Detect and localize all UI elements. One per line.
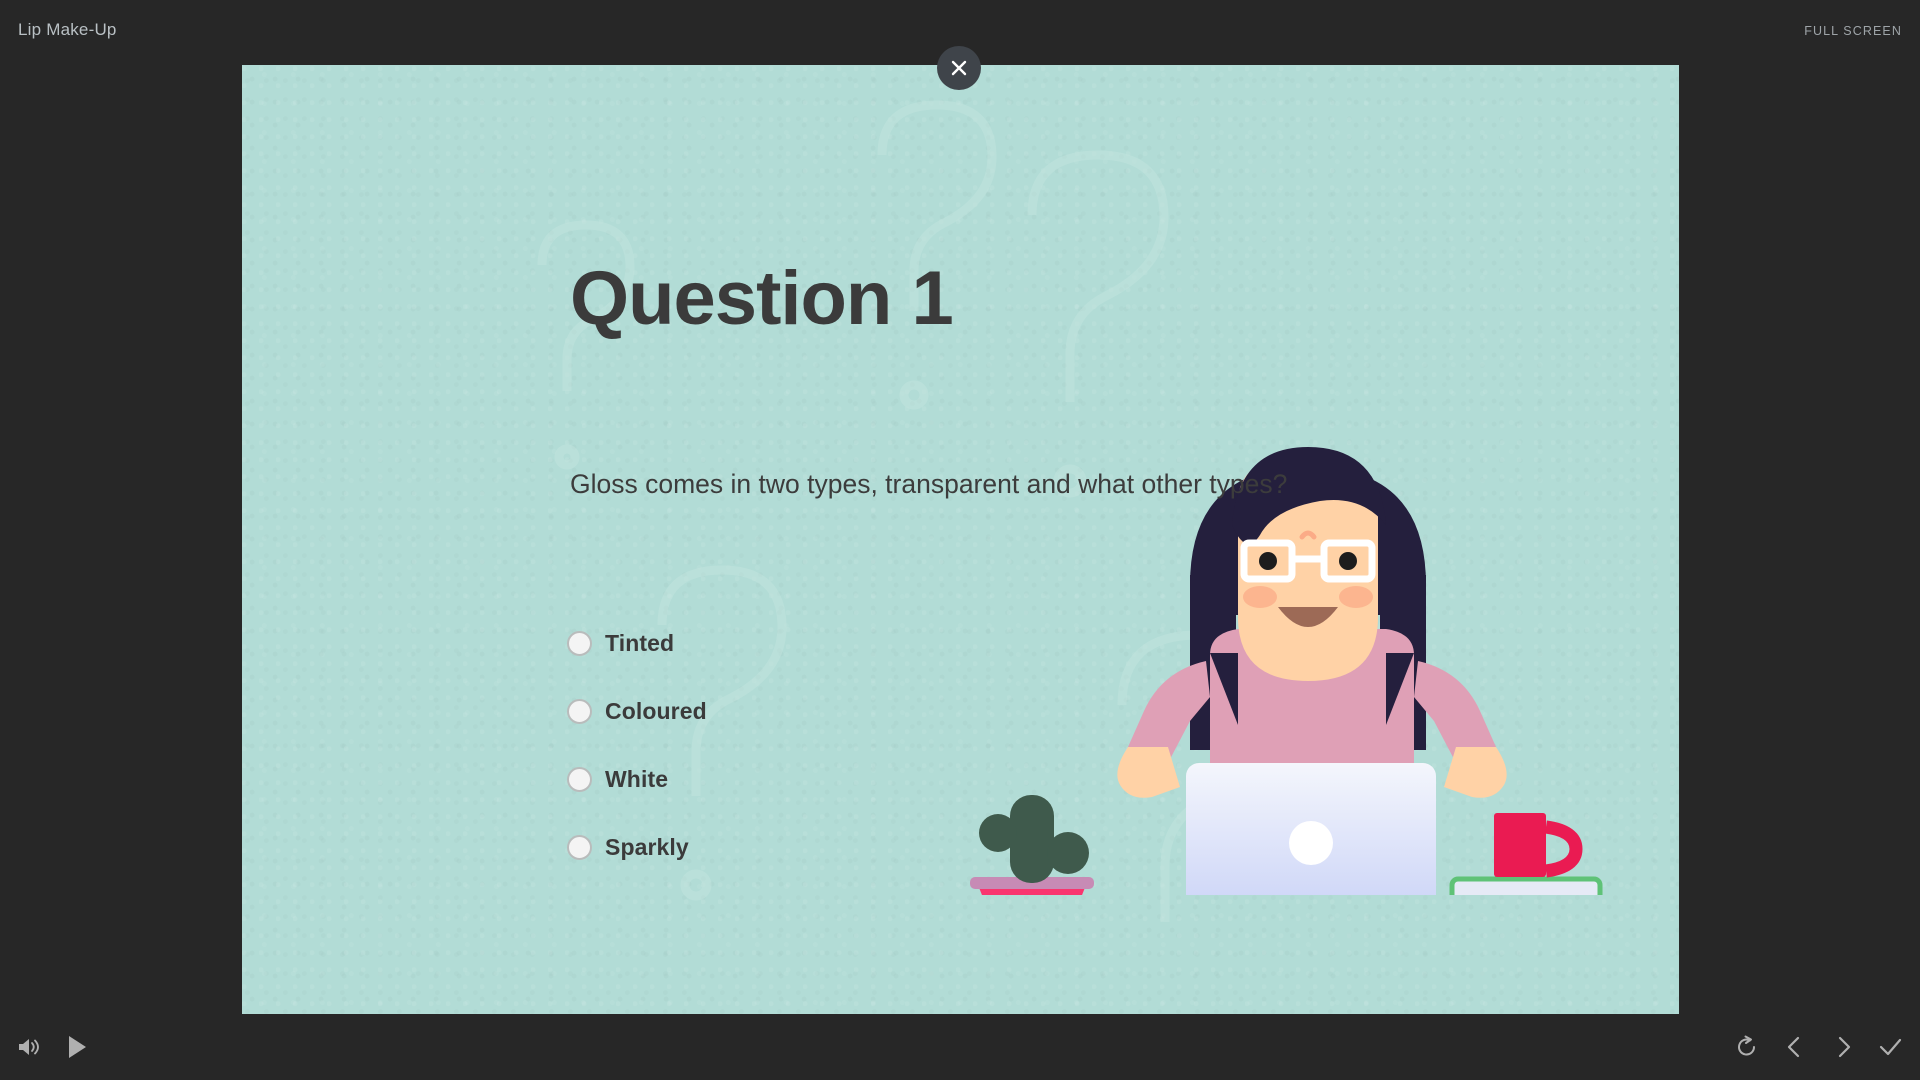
- girl-at-laptop-illustration: [942, 385, 1679, 895]
- fullscreen-button[interactable]: FULL SCREEN: [1804, 24, 1902, 38]
- radio-button-1[interactable]: [567, 698, 592, 724]
- volume-button[interactable]: [14, 1034, 40, 1065]
- elearning-player: Lip Make-Up FULL SCREEN Question 1 Gloss…: [0, 0, 1920, 1080]
- next-slide-button[interactable]: [1830, 1034, 1856, 1065]
- answer-option-label: Coloured: [605, 697, 707, 724]
- check-icon: [1879, 1038, 1902, 1056]
- answer-option-2[interactable]: White: [567, 753, 707, 805]
- play-button[interactable]: [64, 1032, 90, 1067]
- volume-icon: [19, 1039, 39, 1055]
- submit-button[interactable]: [1876, 1034, 1904, 1065]
- replay-button[interactable]: [1734, 1034, 1760, 1065]
- slide-canvas: Question 1 Gloss comes in two types, tra…: [242, 65, 1679, 1014]
- answer-option-0[interactable]: Tinted: [567, 617, 707, 669]
- chevron-right-icon: [1838, 1036, 1851, 1058]
- answer-option-label: Tinted: [605, 629, 675, 656]
- player-controls-bar: [0, 1014, 1920, 1080]
- close-button[interactable]: [937, 46, 981, 90]
- question-text: Gloss comes in two types, transparent an…: [570, 469, 1288, 499]
- radio-button-2[interactable]: [567, 766, 592, 792]
- page-title: Question 1: [570, 256, 954, 341]
- previous-slide-button[interactable]: [1782, 1034, 1808, 1065]
- answer-options-list: Tinted Coloured White Sparkly: [567, 617, 707, 889]
- answer-option-label: Sparkly: [605, 833, 689, 860]
- radio-button-3[interactable]: [567, 834, 592, 860]
- play-icon: [69, 1036, 86, 1058]
- answer-option-1[interactable]: Coloured: [567, 685, 707, 737]
- answer-option-label: White: [605, 765, 669, 792]
- replay-icon: [1738, 1035, 1756, 1056]
- close-icon: [951, 60, 967, 76]
- radio-button-0[interactable]: [567, 630, 592, 656]
- chevron-left-icon: [1787, 1036, 1800, 1058]
- answer-option-3[interactable]: Sparkly: [567, 821, 707, 873]
- course-title: Lip Make-Up: [18, 20, 117, 39]
